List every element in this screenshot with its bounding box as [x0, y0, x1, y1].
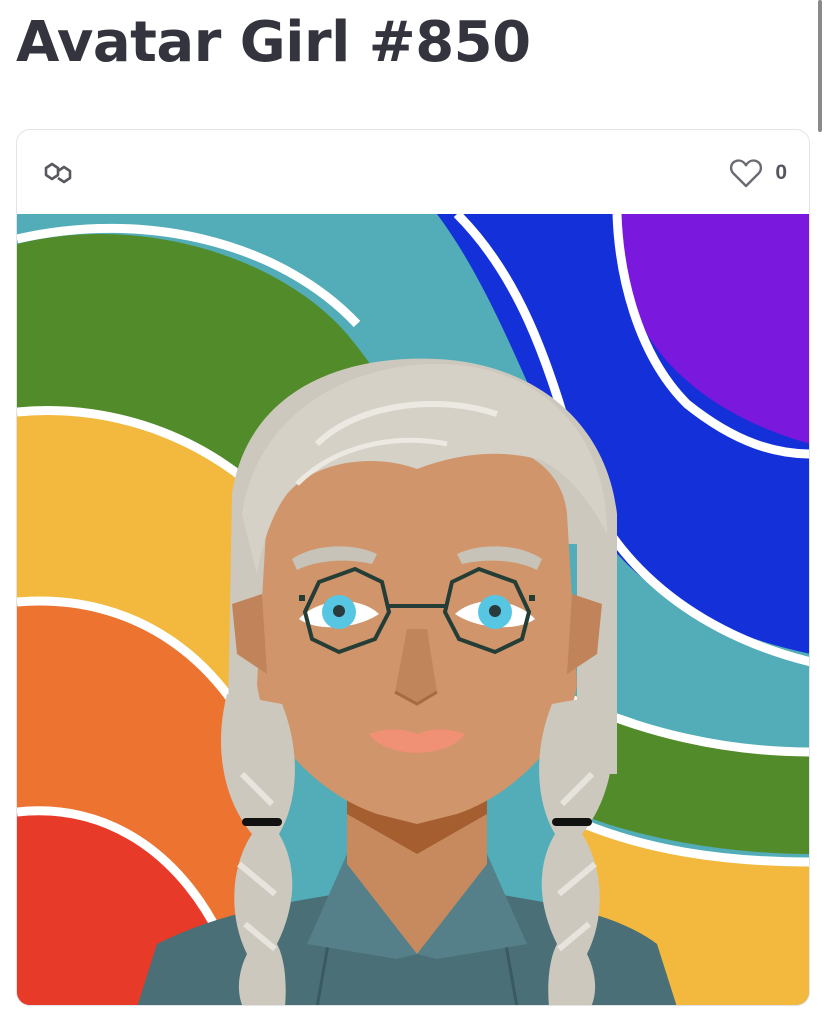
nft-card: 0 [16, 129, 810, 1006]
page-title: Avatar Girl #850 [16, 10, 531, 75]
like-button[interactable]: 0 [729, 156, 787, 190]
nft-artwork-image[interactable] [17, 214, 809, 1005]
heart-icon [730, 159, 763, 188]
polygon-chain-icon[interactable] [43, 158, 75, 188]
page-scrollbar[interactable] [818, 0, 822, 132]
card-header: 0 [17, 130, 809, 216]
like-count: 0 [775, 161, 787, 184]
